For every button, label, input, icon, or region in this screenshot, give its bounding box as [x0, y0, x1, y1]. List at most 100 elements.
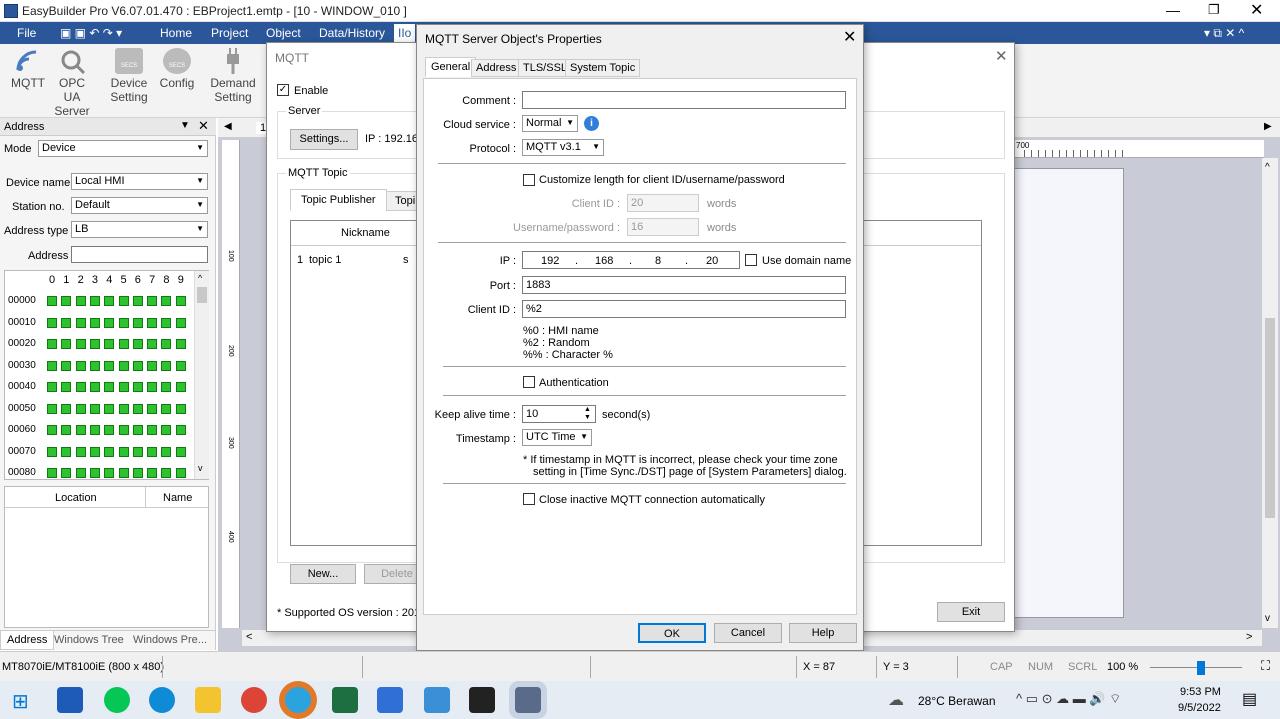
bit-cell[interactable] — [104, 446, 115, 457]
bit-cell[interactable] — [89, 425, 100, 435]
tab-address[interactable]: Address — [0, 631, 55, 650]
bit-cell[interactable] — [118, 446, 129, 457]
ribbon-mqtt[interactable]: MQTT — [8, 48, 48, 90]
menu-object[interactable]: Object — [266, 26, 301, 40]
use-domain-checkbox[interactable] — [745, 254, 757, 266]
bit-cell[interactable] — [75, 382, 86, 392]
mode-select[interactable]: Device — [38, 140, 208, 157]
bit-cell[interactable] — [89, 317, 100, 328]
line-app-icon[interactable] — [104, 687, 130, 713]
mqtt-close-icon[interactable]: ✕ — [995, 47, 1008, 65]
bit-cell[interactable] — [147, 296, 158, 306]
bit-cell[interactable] — [104, 317, 115, 328]
vertical-scrollbar[interactable]: ^ v — [1262, 158, 1278, 628]
bit-cell[interactable] — [104, 425, 115, 435]
ok-button[interactable]: OK — [638, 623, 706, 643]
topic-row-name[interactable]: topic 1 — [309, 254, 341, 266]
bit-cell[interactable] — [175, 317, 186, 328]
bit-cell[interactable] — [47, 382, 57, 392]
bit-cell[interactable] — [61, 403, 72, 414]
weather-text[interactable]: 28°C Berawan — [918, 694, 996, 708]
bit-cell[interactable] — [132, 339, 143, 349]
bit-cell[interactable] — [118, 339, 129, 349]
panel-close-icon[interactable]: ✕ — [198, 118, 209, 134]
bit-cell[interactable] — [75, 339, 86, 349]
address-type-select[interactable]: LB — [71, 221, 208, 238]
location-header[interactable]: Location — [55, 492, 97, 504]
tab-windows-tree[interactable]: Windows Tree — [54, 634, 124, 646]
new-topic-button[interactable]: New... — [290, 564, 356, 584]
bit-cell[interactable] — [61, 468, 72, 478]
bit-cell[interactable] — [75, 360, 86, 371]
bit-cell[interactable] — [61, 317, 72, 328]
clientid-input[interactable]: %2 — [522, 300, 846, 318]
bit-cell[interactable] — [89, 360, 100, 371]
bit-cell[interactable] — [118, 296, 129, 306]
ip-address-input[interactable]: 192 . 168 . 8 . 20 — [522, 251, 740, 269]
design-canvas[interactable] — [1014, 168, 1124, 618]
bit-cell[interactable] — [75, 403, 86, 414]
bit-cell[interactable] — [118, 382, 129, 392]
bit-cell[interactable] — [147, 446, 158, 457]
menu-data-history[interactable]: Data/History — [319, 26, 385, 40]
zoom-slider-thumb[interactable] — [1197, 661, 1205, 675]
bit-cell[interactable] — [132, 468, 143, 478]
bit-cell[interactable] — [104, 360, 115, 371]
file-explorer-blue-icon[interactable] — [57, 687, 83, 713]
bit-cell[interactable] — [118, 317, 129, 328]
close-icon[interactable]: ✕ — [1250, 0, 1263, 20]
bit-cell[interactable] — [132, 360, 143, 371]
excel-icon[interactable] — [332, 687, 358, 713]
bit-cell[interactable] — [118, 468, 129, 478]
info-icon[interactable]: i — [584, 116, 599, 131]
menu-window-controls[interactable]: ▾ ⧉ ✕ ^ — [1204, 26, 1244, 41]
dialog-close-icon[interactable]: ✕ — [843, 27, 856, 47]
bit-cell[interactable] — [175, 382, 186, 392]
menu-file[interactable]: File — [17, 26, 36, 40]
grid-scrollbar[interactable]: ^ v — [194, 271, 209, 479]
bit-cell[interactable] — [75, 317, 86, 328]
help-button[interactable]: Help — [789, 623, 857, 643]
bit-cell[interactable] — [89, 403, 100, 414]
bit-cell[interactable] — [161, 446, 172, 457]
bit-cell[interactable] — [75, 446, 86, 457]
quick-access-icons[interactable]: ▣ ▣ ↶ ↷ ▾ — [60, 26, 122, 40]
exit-button[interactable]: Exit — [937, 602, 1005, 622]
bit-cell[interactable] — [104, 403, 115, 414]
bit-cell[interactable] — [75, 468, 86, 478]
bit-cell[interactable] — [161, 468, 172, 478]
bit-cell[interactable] — [61, 425, 72, 435]
bit-cell[interactable] — [147, 360, 158, 371]
comment-input[interactable] — [522, 91, 846, 109]
bit-cell[interactable] — [47, 446, 57, 457]
bit-cell[interactable] — [104, 339, 115, 349]
protocol-select[interactable]: MQTT v3.1 — [522, 139, 604, 156]
bit-cell[interactable] — [147, 425, 158, 435]
bit-cell[interactable] — [75, 296, 86, 306]
tab-tls-ssl[interactable]: TLS/SSL — [518, 59, 573, 77]
name-header[interactable]: Name — [163, 492, 192, 504]
bit-cell[interactable] — [175, 360, 186, 371]
timestamp-select[interactable]: UTC Time — [522, 429, 592, 446]
clock-date[interactable]: 9/5/2022 — [1178, 702, 1221, 714]
terminal-icon[interactable] — [469, 687, 495, 713]
file-explorer-icon[interactable] — [195, 687, 221, 713]
bit-cell[interactable] — [175, 446, 186, 457]
edge-browser-icon[interactable] — [149, 687, 175, 713]
device-name-select[interactable]: Local HMI — [71, 173, 208, 190]
bit-cell[interactable] — [47, 360, 57, 371]
address-input[interactable] — [71, 246, 208, 263]
bit-cell[interactable] — [61, 446, 72, 457]
windows-start-icon[interactable]: ⊞ — [12, 689, 29, 714]
bit-cell[interactable] — [132, 317, 143, 328]
bit-cell[interactable] — [47, 403, 57, 414]
bit-cell[interactable] — [47, 296, 57, 306]
bit-cell[interactable] — [47, 317, 57, 328]
bit-cell[interactable] — [147, 317, 158, 328]
minimize-icon[interactable]: — — [1166, 2, 1180, 18]
zoom-fit-icon[interactable]: ⛶ — [1261, 658, 1270, 674]
bit-cell[interactable] — [89, 339, 100, 349]
bit-cell[interactable] — [118, 360, 129, 371]
bit-cell[interactable] — [161, 425, 172, 435]
bit-cell[interactable] — [175, 468, 186, 478]
